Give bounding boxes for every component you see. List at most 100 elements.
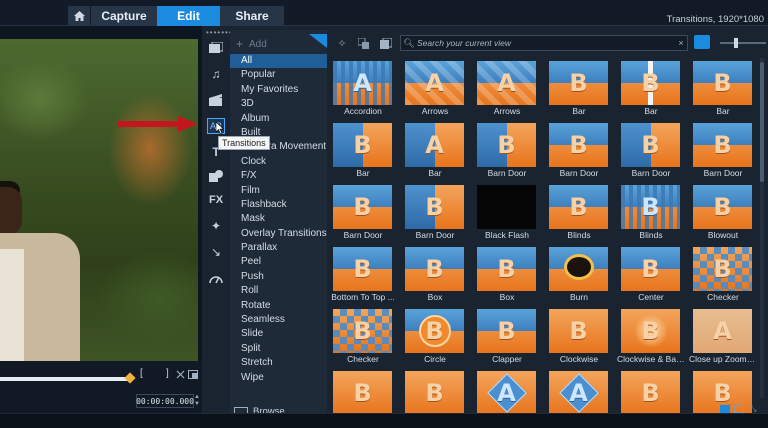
transition-thumbnail[interactable]: B bbox=[401, 368, 473, 413]
transition-thumbnail[interactable]: B Barn Door bbox=[329, 182, 401, 244]
mark-out-button[interactable]: ] bbox=[166, 368, 169, 379]
transition-thumbnail[interactable]: B Bar bbox=[617, 58, 689, 120]
transition-thumbnail[interactable]: B Clockwise bbox=[545, 306, 617, 368]
mark-in-button[interactable]: [ bbox=[140, 368, 143, 379]
transition-thumbnail[interactable]: B Bar bbox=[545, 58, 617, 120]
path-icon[interactable]: ↘ bbox=[207, 244, 225, 260]
transition-thumbnail[interactable]: B Checker bbox=[689, 244, 759, 306]
category-item[interactable]: All bbox=[230, 54, 327, 69]
transition-thumbnail[interactable]: B bbox=[617, 368, 689, 413]
category-item[interactable]: Album bbox=[230, 112, 327, 126]
thumbnail-letter: B bbox=[713, 255, 732, 283]
category-item[interactable]: Popular bbox=[230, 68, 327, 82]
thumbnail-label: Barn Door bbox=[559, 168, 599, 178]
category-item[interactable]: Seamless bbox=[230, 313, 327, 327]
scrubber-handle[interactable] bbox=[124, 372, 136, 384]
category-item[interactable]: Mask bbox=[230, 212, 327, 226]
category-item[interactable]: F/X bbox=[230, 169, 327, 183]
enlarge-preview-icon[interactable] bbox=[188, 370, 198, 379]
tab-share[interactable]: Share bbox=[220, 6, 284, 26]
thumbnail-letter: B bbox=[641, 131, 660, 159]
gallery-scrollbar-thumb[interactable] bbox=[760, 62, 764, 182]
thumbnail-grid: A Accordion A Arrows A Arrows B Bar B Bar B Bar B Bar… bbox=[329, 58, 759, 413]
list-view-toggle-icon[interactable] bbox=[694, 35, 710, 49]
timecode-spinner[interactable]: ▲ ▼ bbox=[194, 394, 200, 408]
sound-icon[interactable] bbox=[207, 92, 225, 108]
transition-thumbnail[interactable]: Black Flash bbox=[473, 182, 545, 244]
search-input[interactable]: 🔍︎ Search your current view × bbox=[400, 35, 688, 51]
transition-thumbnail[interactable]: A Close up Zoom I... bbox=[689, 306, 759, 368]
transition-thumbnail[interactable]: B Bottom To Top ... bbox=[329, 244, 401, 306]
transition-thumbnail[interactable]: B Box bbox=[401, 244, 473, 306]
transition-thumbnail[interactable]: B bbox=[329, 368, 401, 413]
thumbnail-preview: A bbox=[693, 309, 752, 353]
transition-thumbnail[interactable]: Burn bbox=[545, 244, 617, 306]
speed-icon[interactable] bbox=[207, 270, 225, 286]
home-button[interactable] bbox=[68, 6, 90, 26]
category-item[interactable]: Rotate bbox=[230, 299, 327, 313]
add-to-favorites-icon[interactable]: ✧ bbox=[334, 36, 350, 50]
transition-thumbnail[interactable]: A Arrows bbox=[473, 58, 545, 120]
transition-thumbnail[interactable]: A Bar bbox=[401, 120, 473, 182]
transition-thumbnail[interactable]: B Blinds bbox=[617, 182, 689, 244]
clear-search-icon[interactable]: × bbox=[675, 38, 687, 48]
thumbnail-preview: B bbox=[621, 247, 680, 291]
scrubber-bar[interactable] bbox=[0, 377, 132, 381]
category-item[interactable]: Clock bbox=[230, 155, 327, 169]
transition-thumbnail[interactable]: B Checker bbox=[329, 306, 401, 368]
thumbnail-size-knob[interactable] bbox=[734, 38, 738, 48]
category-item[interactable]: Flashback bbox=[230, 198, 327, 212]
category-item[interactable]: Wipe bbox=[230, 371, 327, 385]
transition-thumbnail[interactable]: B Circle bbox=[401, 306, 473, 368]
thumbnail-letter: A bbox=[497, 379, 516, 407]
transition-thumbnail[interactable]: B Blowout bbox=[689, 182, 759, 244]
category-item[interactable]: Film bbox=[230, 184, 327, 198]
category-item[interactable]: Stretch bbox=[230, 356, 327, 370]
transition-thumbnail[interactable]: B Barn Door bbox=[689, 120, 759, 182]
transition-thumbnail[interactable]: B Barn Door bbox=[617, 120, 689, 182]
category-item[interactable]: Peel bbox=[230, 255, 327, 269]
category-item[interactable]: Slide bbox=[230, 327, 327, 341]
transition-thumbnail[interactable]: B Barn Door bbox=[545, 120, 617, 182]
tab-capture[interactable]: Capture bbox=[91, 6, 157, 26]
instant-project-icon[interactable]: ♫ bbox=[207, 66, 225, 82]
transition-thumbnail[interactable]: B Clapper bbox=[473, 306, 545, 368]
transition-thumbnail[interactable]: B Bar bbox=[329, 120, 401, 182]
thumbnail-view-icon[interactable] bbox=[720, 405, 730, 413]
split-clip-icon[interactable] bbox=[176, 370, 185, 379]
transition-thumbnail[interactable]: A Accordion bbox=[329, 58, 401, 120]
transition-thumbnail[interactable]: B Box bbox=[473, 244, 545, 306]
effects-icon[interactable]: ✦ bbox=[207, 218, 225, 234]
apply-current-icon[interactable] bbox=[378, 36, 394, 50]
fx-icon[interactable]: FX bbox=[207, 192, 225, 208]
timecode-display[interactable]: 00:00:00.000 bbox=[136, 394, 194, 408]
transition-thumbnail[interactable]: B Blinds bbox=[545, 182, 617, 244]
transition-thumbnail[interactable]: B Center bbox=[617, 244, 689, 306]
thumbnail-label: Bar bbox=[356, 168, 370, 178]
graphics-icon[interactable] bbox=[207, 168, 225, 184]
thumbnail-size-slider[interactable] bbox=[720, 42, 766, 44]
category-item[interactable]: 3D bbox=[230, 97, 327, 111]
transition-thumbnail[interactable]: A bbox=[545, 368, 617, 413]
thumbnail-label: Bar bbox=[572, 106, 586, 116]
category-item[interactable]: Parallax bbox=[230, 241, 327, 255]
transition-thumbnail[interactable]: A bbox=[473, 368, 545, 413]
category-item[interactable]: Roll bbox=[230, 284, 327, 298]
category-item[interactable]: My Favorites bbox=[230, 83, 327, 97]
expand-icon[interactable]: ⤡ bbox=[750, 405, 760, 413]
transition-thumbnail[interactable]: B Barn Door bbox=[473, 120, 545, 182]
apply-random-icon[interactable] bbox=[356, 36, 372, 50]
transition-thumbnail[interactable]: A Arrows bbox=[401, 58, 473, 120]
split-view-icon[interactable] bbox=[734, 405, 744, 413]
tab-edit[interactable]: Edit bbox=[157, 6, 220, 26]
preview-window[interactable] bbox=[0, 39, 198, 361]
category-item[interactable]: Push bbox=[230, 270, 327, 284]
transition-thumbnail[interactable]: B Clockwise & Bala... bbox=[617, 306, 689, 368]
transition-thumbnail[interactable]: B Bar bbox=[689, 58, 759, 120]
add-folder-button[interactable]: + Add bbox=[230, 36, 327, 52]
category-item[interactable]: Split bbox=[230, 342, 327, 356]
category-item[interactable]: Overlay Transitions bbox=[230, 227, 327, 241]
thumbnail-letter: B bbox=[425, 255, 444, 283]
media-icon[interactable] bbox=[207, 40, 225, 56]
transition-thumbnail[interactable]: B Barn Door bbox=[401, 182, 473, 244]
